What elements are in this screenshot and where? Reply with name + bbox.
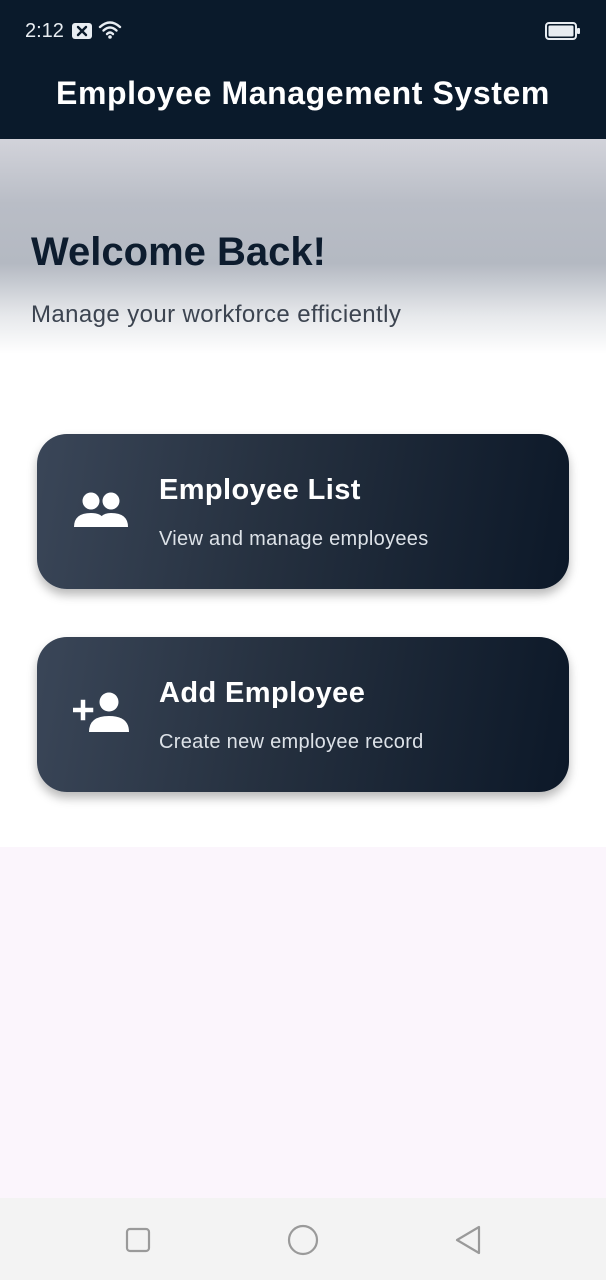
main-content: Welcome Back! Manage your workforce effi… xyxy=(0,139,606,847)
battery-icon xyxy=(545,22,580,40)
recents-square-icon[interactable] xyxy=(118,1220,158,1260)
status-time: 2:12 xyxy=(25,20,64,42)
employee-list-title: Employee List xyxy=(159,474,361,506)
employee-list-card[interactable]: Employee List View and manage employees xyxy=(37,434,569,589)
add-employee-card[interactable]: Add Employee Create new employee record xyxy=(37,637,569,792)
app-title: Employee Management System xyxy=(56,75,550,111)
back-triangle-icon[interactable] xyxy=(448,1220,488,1260)
person-add-icon xyxy=(73,692,129,732)
people-icon xyxy=(74,492,128,527)
welcome-heading: Welcome Back! xyxy=(31,230,326,274)
app-bar: Employee Management System xyxy=(0,60,606,139)
system-nav-bar xyxy=(0,1198,606,1280)
add-employee-title: Add Employee xyxy=(159,677,366,709)
employee-list-subtitle: View and manage employees xyxy=(159,528,429,550)
notification-x-icon xyxy=(72,23,92,39)
home-circle-icon[interactable] xyxy=(283,1220,323,1260)
status-bar: 2:12 xyxy=(0,0,606,60)
welcome-hero: Welcome Back! Manage your workforce effi… xyxy=(0,139,606,354)
welcome-subheading: Manage your workforce efficiently xyxy=(31,301,402,328)
wifi-icon xyxy=(98,21,122,39)
add-employee-subtitle: Create new employee record xyxy=(159,731,424,753)
